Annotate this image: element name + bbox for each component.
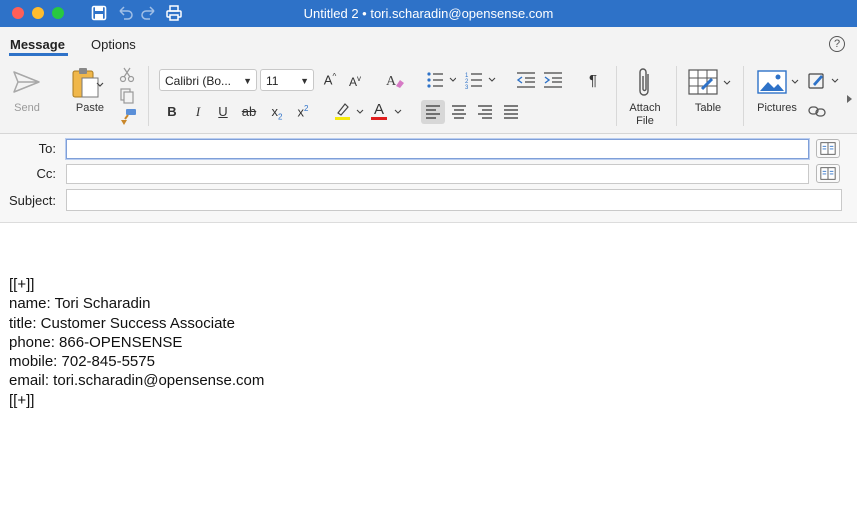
underline-button[interactable]: U xyxy=(215,104,231,119)
cc-field[interactable] xyxy=(66,164,809,184)
help-button[interactable]: ? xyxy=(829,36,845,52)
numbered-list-icon[interactable]: 1 2 3 xyxy=(465,71,497,89)
attach-file-label-1[interactable]: Attach xyxy=(622,102,668,114)
body-line: title: Customer Success Associate xyxy=(9,315,235,332)
paperclip-icon[interactable] xyxy=(636,66,654,100)
attach-file-label-2[interactable]: File xyxy=(622,115,668,127)
show-formatting-marks-button[interactable]: ¶ xyxy=(585,72,601,89)
highlight-color-icon[interactable] xyxy=(334,101,366,121)
justify-icon[interactable] xyxy=(503,104,519,120)
ribbon-overflow-icon[interactable] xyxy=(846,94,854,104)
to-label: To: xyxy=(38,141,56,156)
align-center-icon[interactable] xyxy=(451,104,467,120)
address-book-icon[interactable] xyxy=(816,139,840,158)
signature-icon[interactable] xyxy=(808,71,840,91)
grow-font-button[interactable]: A^ xyxy=(322,72,338,87)
pictures-button[interactable]: Pictures xyxy=(752,102,802,114)
ribbon-separator xyxy=(743,66,744,126)
italic-button[interactable]: I xyxy=(190,104,206,120)
font-size-value: 11 xyxy=(266,74,279,88)
title-bar: Untitled 2 • tori.scharadin@opensense.co… xyxy=(0,0,857,27)
link-icon[interactable] xyxy=(808,103,826,119)
font-name-dropdown[interactable]: Calibri (Bo... ▼ xyxy=(159,69,257,91)
font-color-icon[interactable] xyxy=(370,101,404,121)
paste-icon[interactable] xyxy=(70,66,106,100)
paste-button[interactable]: Paste xyxy=(70,102,110,114)
redo-icon[interactable] xyxy=(140,4,158,22)
body-line: [[+]] xyxy=(9,392,35,409)
body-line: name: Tori Scharadin xyxy=(9,295,151,312)
save-icon[interactable] xyxy=(90,4,108,22)
subject-field[interactable] xyxy=(66,189,842,211)
ribbon-separator xyxy=(616,66,617,126)
align-right-icon[interactable] xyxy=(477,104,493,120)
svg-text:3: 3 xyxy=(465,85,469,89)
ribbon-separator xyxy=(148,66,149,126)
table-button[interactable]: Table xyxy=(686,102,730,114)
pictures-icon[interactable] xyxy=(757,70,803,96)
body-line: phone: 866-OPENSENSE xyxy=(9,334,183,351)
cc-label: Cc: xyxy=(36,166,57,181)
subject-label: Subject: xyxy=(9,193,56,208)
strikethrough-button[interactable]: ab xyxy=(240,104,258,119)
superscript-button[interactable]: x2 xyxy=(294,104,312,119)
shrink-font-label: A xyxy=(348,75,357,89)
body-line: mobile: 702-845-5575 xyxy=(9,353,155,370)
body-line: [[+]] xyxy=(9,276,35,293)
send-button[interactable]: Send xyxy=(8,102,46,114)
subscript-button[interactable]: x2 xyxy=(268,104,286,122)
clear-formatting-icon[interactable]: A xyxy=(385,71,405,89)
chevron-down-icon: ▼ xyxy=(243,76,252,86)
copy-icon[interactable] xyxy=(119,88,135,104)
chevron-down-icon: ▼ xyxy=(300,76,309,86)
cut-icon[interactable] xyxy=(119,67,135,83)
active-tab-indicator xyxy=(9,53,68,56)
font-size-dropdown[interactable]: 11 ▼ xyxy=(260,69,314,91)
svg-text:A: A xyxy=(386,74,397,89)
bullet-list-icon[interactable] xyxy=(426,71,456,89)
align-left-icon[interactable] xyxy=(425,104,441,120)
superscript-mark: 2 xyxy=(304,104,309,113)
send-icon xyxy=(13,71,40,93)
undo-icon[interactable] xyxy=(116,4,134,22)
tab-options[interactable]: Options xyxy=(91,37,136,52)
subscript-mark: 2 xyxy=(278,112,283,122)
bold-button[interactable]: B xyxy=(164,104,180,119)
font-name-value: Calibri (Bo... xyxy=(165,74,232,88)
tab-message[interactable]: Message xyxy=(10,37,65,52)
to-field[interactable] xyxy=(66,139,809,159)
table-icon[interactable] xyxy=(688,69,732,99)
increase-indent-icon[interactable] xyxy=(543,71,563,89)
decrease-indent-icon[interactable] xyxy=(516,71,536,89)
print-icon[interactable] xyxy=(165,4,183,22)
format-painter-icon[interactable] xyxy=(119,108,137,126)
body-line: email: tori.scharadin@opensense.com xyxy=(9,372,265,389)
shrink-font-button[interactable]: Av xyxy=(347,74,363,89)
address-book-icon[interactable] xyxy=(816,164,840,183)
ribbon-separator xyxy=(676,66,677,126)
